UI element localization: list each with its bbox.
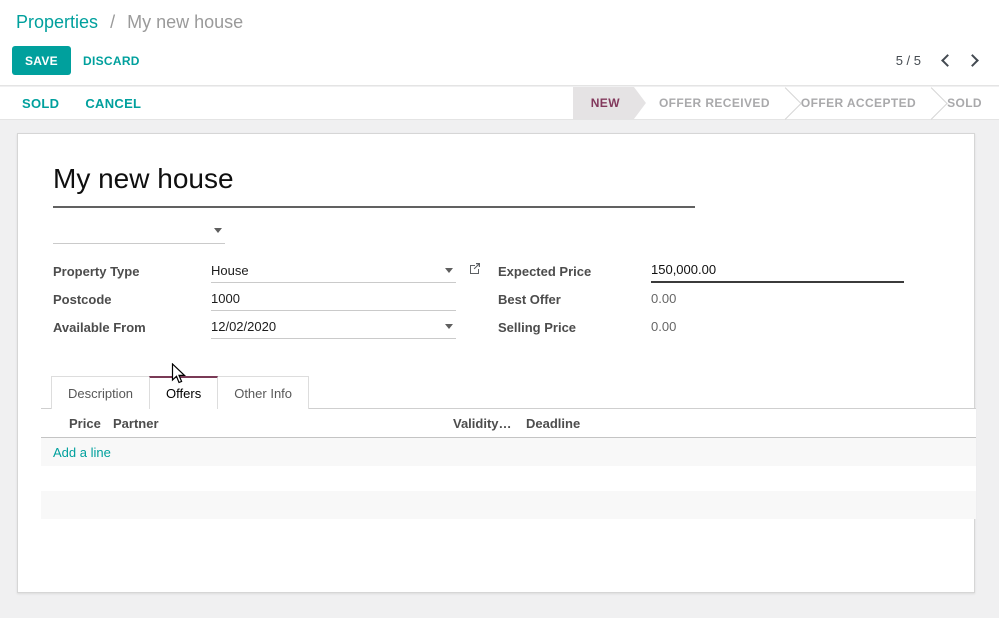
- field-label: Expected Price: [498, 257, 651, 285]
- status-pipeline: NEW OFFER RECEIVED OFFER ACCEPTED SOLD: [573, 87, 999, 119]
- column-header-deadline: Deadline: [526, 409, 580, 438]
- record-pager: 5 / 5: [896, 46, 977, 75]
- breadcrumb-current-record: My new house: [127, 12, 243, 32]
- field-value: House: [211, 263, 249, 278]
- field-row-best-offer: Best Offer 0.00: [498, 285, 904, 313]
- control-panel: Properties / My new house SAVE DISCARD 5…: [0, 0, 999, 86]
- tab-strip: Description Offers Other Info: [41, 376, 976, 409]
- field-row-selling-price: Selling Price 0.00: [498, 313, 904, 341]
- field-label: Property Type: [53, 257, 211, 285]
- column-header-partner: Partner: [113, 409, 159, 438]
- field-label: Postcode: [53, 285, 211, 313]
- chevron-down-icon: [445, 324, 453, 329]
- form-sheet: My new house Property Type House Postcod…: [17, 133, 975, 593]
- best-offer-value: 0.00: [651, 286, 904, 311]
- sold-action-button[interactable]: SOLD: [22, 96, 59, 111]
- chevron-down-icon: [214, 228, 222, 233]
- field-label: Selling Price: [498, 313, 651, 341]
- offers-table-header: Price Partner Validity… Deadline: [41, 409, 976, 438]
- column-header-validity: Validity…: [453, 409, 512, 438]
- field-group-left: Property Type House Postcode 1000 Availa…: [53, 257, 456, 341]
- notebook: Description Offers Other Info Price Part…: [41, 376, 976, 519]
- table-row: [41, 466, 976, 491]
- field-row-available-from: Available From 12/02/2020: [53, 313, 456, 341]
- field-label: Available From: [53, 313, 211, 341]
- column-header-price: Price: [69, 409, 101, 438]
- field-value: 1000: [211, 291, 240, 306]
- tab-offers[interactable]: Offers: [149, 376, 218, 409]
- chevron-down-icon: [445, 268, 453, 273]
- field-value: 12/02/2020: [211, 319, 276, 334]
- tags-dropdown-field[interactable]: [53, 216, 225, 244]
- discard-button[interactable]: DISCARD: [77, 46, 146, 75]
- postcode-input[interactable]: 1000: [211, 286, 456, 311]
- field-row-postcode: Postcode 1000: [53, 285, 456, 313]
- field-value: 0.00: [651, 319, 676, 334]
- expected-price-input[interactable]: 150,000.00: [651, 258, 904, 283]
- field-value: 0.00: [651, 291, 676, 306]
- breadcrumb-parent-link[interactable]: Properties: [16, 12, 98, 32]
- property-type-dropdown[interactable]: House: [211, 258, 456, 283]
- field-row-expected-price: Expected Price 150,000.00: [498, 257, 904, 285]
- status-step-new[interactable]: NEW: [573, 87, 646, 119]
- table-row: [41, 491, 976, 519]
- external-link-icon[interactable]: [468, 261, 482, 278]
- add-a-line-link[interactable]: Add a line: [53, 445, 111, 460]
- breadcrumb-separator: /: [110, 12, 115, 32]
- breadcrumb: Properties / My new house: [16, 12, 243, 33]
- field-row-property-type: Property Type House: [53, 257, 456, 285]
- table-row: Add a line: [41, 438, 976, 466]
- field-label: Best Offer: [498, 285, 651, 313]
- cancel-action-button[interactable]: CANCEL: [85, 96, 141, 111]
- save-button[interactable]: SAVE: [12, 46, 71, 75]
- selling-price-value: 0.00: [651, 314, 904, 339]
- title-input[interactable]: My new house: [53, 162, 695, 208]
- pager-value: 5 / 5: [896, 53, 921, 68]
- status-step-offer-accepted[interactable]: OFFER ACCEPTED: [788, 87, 929, 119]
- status-step-offer-received[interactable]: OFFER RECEIVED: [646, 87, 783, 119]
- tab-other-info[interactable]: Other Info: [217, 376, 309, 409]
- field-group-right: Expected Price 150,000.00 Best Offer 0.0…: [498, 257, 904, 341]
- statusbar-buttons: SOLD CANCEL: [22, 87, 141, 119]
- available-from-date-input[interactable]: 12/02/2020: [211, 314, 456, 339]
- odoo-form-view: Properties / My new house SAVE DISCARD 5…: [0, 0, 999, 618]
- field-value: 150,000.00: [651, 262, 716, 277]
- pager-next-icon[interactable]: [966, 54, 979, 67]
- status-bar: SOLD CANCEL NEW OFFER RECEIVED OFFER ACC…: [0, 87, 999, 120]
- pager-previous-icon[interactable]: [941, 54, 954, 67]
- tab-description[interactable]: Description: [51, 376, 150, 409]
